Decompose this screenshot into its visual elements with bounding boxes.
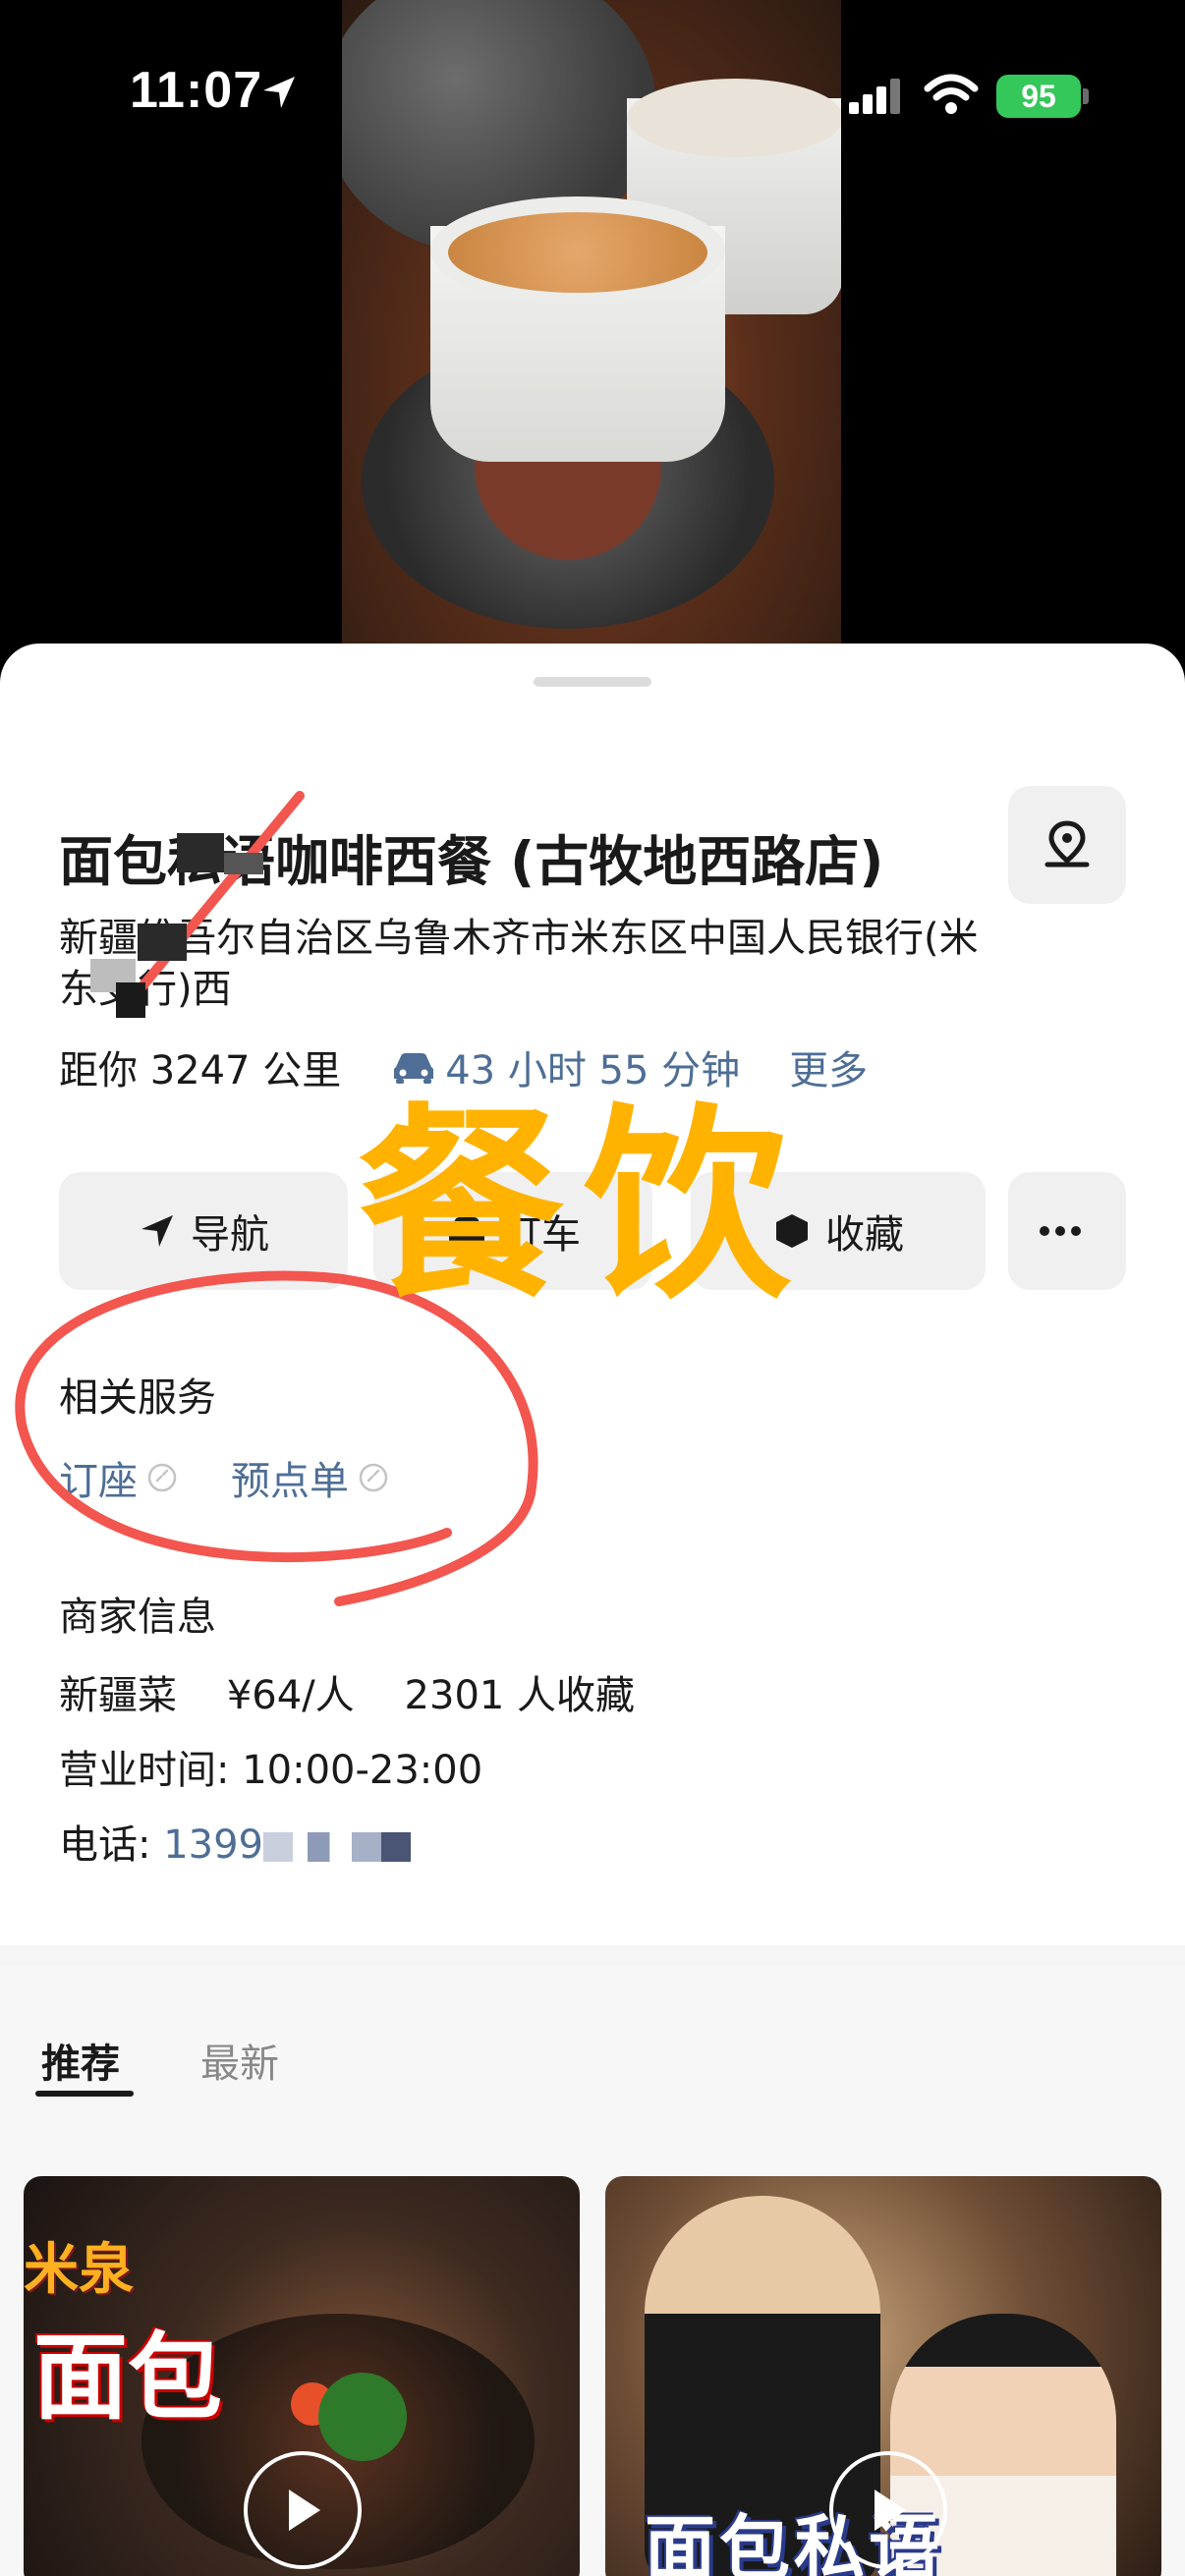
section-divider [0, 1945, 1185, 1965]
card-overlay-text: 面包 [33, 2323, 222, 2433]
action-bar: 导航 打车 收藏 [59, 1172, 1126, 1290]
mini-program-icon [147, 1463, 177, 1492]
tab-latest[interactable]: 最新 [200, 2032, 279, 2089]
location-arrow-icon [263, 77, 295, 108]
phone-redaction [263, 1832, 411, 1862]
video-card[interactable]: 面包私语 [605, 2176, 1161, 2576]
related-services-list: 订座 预点单 [59, 1449, 442, 1506]
broccoli [318, 2373, 407, 2461]
mini-program-icon [359, 1463, 388, 1492]
distance-row: 距你 3247 公里 43 小时 55 分钟 更多 [59, 1038, 868, 1095]
video-card[interactable]: 米泉 面包 [24, 2176, 580, 2576]
play-icon [289, 2490, 320, 2531]
more-options-button[interactable] [1008, 1172, 1126, 1290]
taxi-button[interactable]: 打车 [373, 1172, 652, 1290]
favorite-label: 收藏 [825, 1212, 904, 1258]
taxi-icon [449, 1217, 484, 1243]
cellular-signal-icon [849, 79, 900, 114]
status-bar: 11:07 95 [0, 0, 1185, 177]
more-dots-icon [1040, 1226, 1081, 1236]
battery-tip [1083, 88, 1089, 104]
restaurant-address: 新疆维吾尔自治区乌鲁木齐市米东区中国人民银行(米东支行)西 [59, 916, 979, 1012]
phone-label: 电话: [59, 1822, 164, 1868]
business-hours: 营业时间: 10:00-23:00 [59, 1748, 483, 1793]
service-reserve[interactable]: 订座 [59, 1449, 177, 1506]
active-tab-indicator [35, 2091, 134, 2097]
drive-time-link[interactable]: 43 小时 55 分钟 [445, 1038, 740, 1095]
distance-text: 距你 3247 公里 [59, 1048, 342, 1093]
car-icon [394, 1053, 434, 1084]
service-reserve-label: 订座 [59, 1459, 138, 1504]
restaurant-title: 面包私语咖啡西餐 (古牧地西路店) [59, 830, 884, 893]
play-button[interactable] [244, 2451, 362, 2569]
related-services-title: 相关服务 [59, 1375, 216, 1421]
merchant-info-title: 商家信息 [59, 1595, 216, 1640]
pudding [448, 212, 707, 293]
navigate-label: 导航 [191, 1212, 269, 1258]
tab-recommended[interactable]: 推荐 [41, 2032, 120, 2089]
navigation-arrow-icon [141, 1215, 173, 1247]
taxi-label: 打车 [502, 1212, 581, 1258]
sheet-grabber[interactable] [534, 677, 651, 687]
poi-detail-sheet: 面包私语咖啡西餐 (古牧地西路店) 新疆维吾尔自治区乌鲁木齐市米东区中国人民银行… [0, 644, 1185, 2576]
cube-icon [776, 1214, 808, 1248]
map-location-button[interactable] [1008, 786, 1126, 904]
content-feed: 推荐 最新 米泉 面包 面包私语 [0, 1965, 1185, 2576]
map-pin-icon [1044, 820, 1090, 868]
cuisine-price-favorites: 新疆菜 ¥64/人 2301 人收藏 [59, 1673, 636, 1718]
card-location-tag: 米泉 [24, 2238, 134, 2302]
wifi-icon [924, 74, 979, 114]
favorite-button[interactable]: 收藏 [691, 1172, 986, 1290]
status-time: 11:07 [130, 62, 263, 119]
phone-number-link[interactable]: 1399 [163, 1822, 263, 1868]
play-button[interactable] [829, 2451, 947, 2569]
phone-row: 电话: 1399 [59, 1813, 411, 1870]
service-preorder[interactable]: 预点单 [231, 1449, 388, 1506]
service-preorder-label: 预点单 [231, 1459, 349, 1504]
battery-indicator: 95 [996, 75, 1081, 118]
navigate-button[interactable]: 导航 [59, 1172, 348, 1290]
more-routes-link[interactable]: 更多 [789, 1038, 868, 1095]
battery-level: 95 [1021, 78, 1056, 114]
play-icon [875, 2490, 906, 2531]
